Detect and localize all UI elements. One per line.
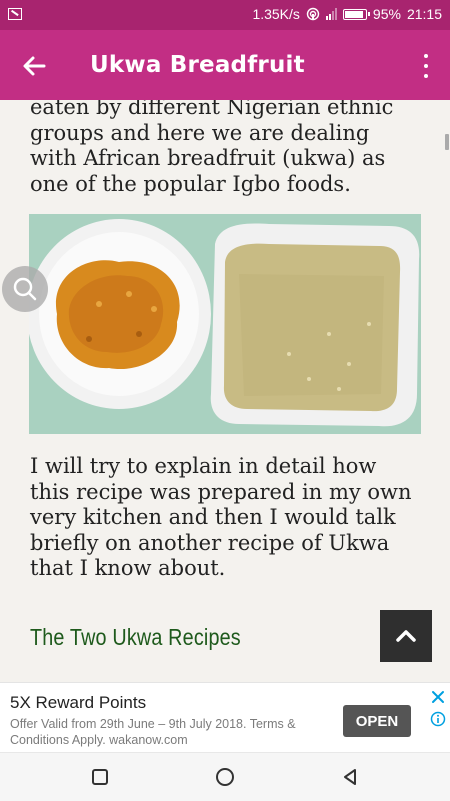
status-bar: 1.35K/s 95% 21:15 <box>0 0 450 30</box>
status-right: 1.35K/s 95% 21:15 <box>252 6 442 22</box>
scroll-top-button[interactable] <box>380 610 432 662</box>
scrollbar[interactable] <box>445 134 449 150</box>
notification-icon <box>8 8 22 20</box>
page-title: Ukwa Breadfruit <box>90 52 305 78</box>
more-vert-icon[interactable] <box>422 52 430 78</box>
clock: 21:15 <box>406 6 442 22</box>
system-nav-bar <box>0 752 450 801</box>
info-icon[interactable] <box>430 711 446 727</box>
section-heading: The Two Ukwa Recipes <box>30 624 241 650</box>
network-speed: 1.35K/s <box>252 6 300 22</box>
chevron-up-icon <box>396 630 416 642</box>
article-content[interactable]: eaten by different Nigerian ethnic group… <box>0 100 450 682</box>
back-nav-icon[interactable] <box>340 767 360 787</box>
battery-icon <box>342 8 370 20</box>
article-paragraph: eaten by different Nigerian ethnic group… <box>30 100 394 196</box>
battery-percent: 95% <box>372 6 401 22</box>
search-button[interactable] <box>2 266 48 312</box>
hotspot-icon <box>306 7 320 21</box>
close-icon[interactable] <box>430 689 446 705</box>
recents-icon[interactable] <box>90 767 110 787</box>
ad-open-button[interactable]: OPEN <box>343 705 411 737</box>
home-icon[interactable] <box>215 767 235 787</box>
ukwa-photo <box>29 214 421 434</box>
ad-description[interactable]: Offer Valid from 29th June – 9th July 20… <box>10 716 310 748</box>
ad-title[interactable]: 5X Reward Points <box>10 693 146 713</box>
signal-icon <box>325 8 337 20</box>
article-paragraph: I will try to explain in detail how this… <box>30 454 412 580</box>
arrow-left-icon[interactable] <box>18 50 50 82</box>
app-bar: Ukwa Breadfruit <box>0 30 450 105</box>
ad-banner[interactable]: 5X Reward Points Offer Valid from 29th J… <box>0 682 450 753</box>
search-icon <box>13 277 37 301</box>
